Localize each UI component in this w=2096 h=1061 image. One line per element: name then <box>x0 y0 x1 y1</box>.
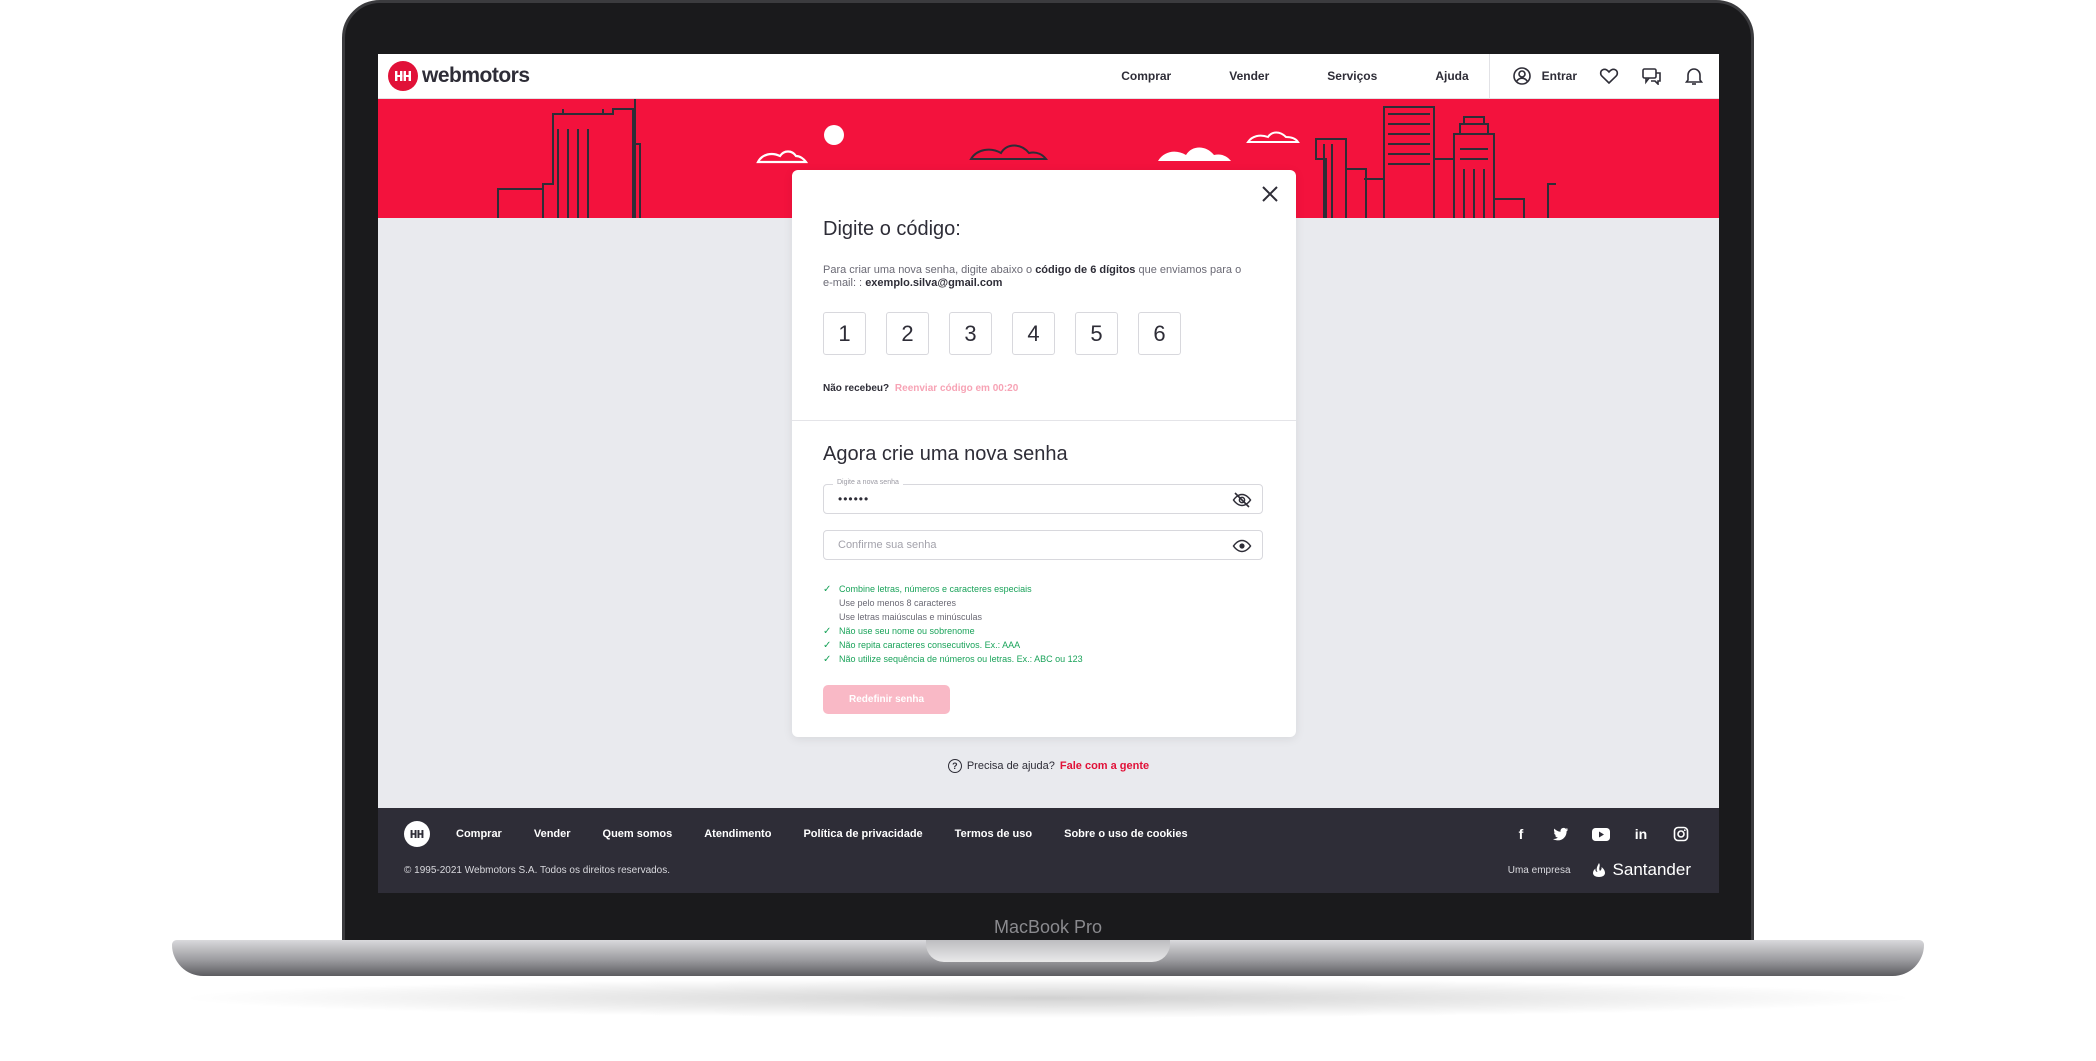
screen: webmotors Comprar Vender Serviços Ajuda … <box>378 54 1719 893</box>
new-password-label: Digite a nova senha <box>833 479 903 486</box>
check-icon: ✓ <box>823 583 832 595</box>
main-nav: Comprar Vender Serviços Ajuda <box>1121 69 1468 83</box>
site-header: webmotors Comprar Vender Serviços Ajuda … <box>378 54 1719 99</box>
code-digit-4[interactable]: 4 <box>1012 312 1055 355</box>
rule-text: Não use seu nome ou sobrenome <box>839 626 975 636</box>
site-footer: Comprar Vender Quem somos Atendimento Po… <box>378 808 1719 893</box>
new-password-value: •••••• <box>838 492 870 506</box>
rule-item: ✓ Não use seu nome ou sobrenome <box>823 624 1263 638</box>
code-desc-text: Para criar uma nova senha, digite abaixo… <box>823 264 1036 276</box>
footer-link-termos[interactable]: Termos de uso <box>955 828 1032 840</box>
confirm-password-placeholder: Confirme sua senha <box>838 539 937 551</box>
eye-icon[interactable] <box>1232 537 1252 555</box>
heart-icon[interactable] <box>1599 67 1619 85</box>
check-icon: ✓ <box>823 639 832 651</box>
footer-links: Comprar Vender Quem somos Atendimento Po… <box>456 828 1188 840</box>
login-label: Entrar <box>1541 69 1577 83</box>
new-password-field[interactable]: Digite a nova senha •••••• <box>823 479 1263 514</box>
bell-icon[interactable] <box>1685 66 1703 86</box>
company-label: Uma empresa <box>1507 864 1571 876</box>
copyright-text: © 1995-2021 Webmotors S.A. Todos os dire… <box>404 864 671 876</box>
user-icon <box>1512 66 1532 86</box>
flame-icon <box>1592 863 1605 877</box>
code-description: Para criar uma nova senha, digite abaixo… <box>823 264 1243 290</box>
nav-vender[interactable]: Vender <box>1229 69 1269 83</box>
check-icon: ✓ <box>823 653 832 665</box>
rule-text: Não repita caracteres consecutivos. Ex.:… <box>839 640 1021 650</box>
question-icon: ? <box>947 759 962 773</box>
rule-item: Use letras maiúsculas e minúsculas <box>823 610 1263 624</box>
twitter-icon[interactable] <box>1551 825 1571 843</box>
footer-link-quem-somos[interactable]: Quem somos <box>603 828 673 840</box>
eye-off-icon[interactable] <box>1232 491 1252 509</box>
code-digit-6[interactable]: 6 <box>1138 312 1181 355</box>
header-actions: Entrar <box>1488 54 1719 98</box>
rule-item: ✓ Não repita caracteres consecutivos. Ex.… <box>823 638 1263 652</box>
code-title: Digite o código: <box>823 218 961 240</box>
brand-name: webmotors <box>422 64 530 87</box>
contact-link[interactable]: Fale com a gente <box>1060 760 1149 772</box>
social-links: f in <box>1511 825 1691 843</box>
new-password-title: Agora crie uma nova senha <box>823 443 1068 465</box>
close-icon[interactable] <box>1260 184 1280 204</box>
footer-link-vender[interactable]: Vender <box>534 828 571 840</box>
rule-text: Use letras maiúsculas e minúsculas <box>839 612 983 622</box>
rule-text: Use pelo menos 8 caracteres <box>839 598 957 608</box>
email-address: exemplo.silva@gmail.com <box>865 277 1003 289</box>
code-desc-bold: código de 6 dígitos <box>1035 264 1136 276</box>
footer-brand-icon[interactable] <box>404 821 430 847</box>
code-inputs: 1 2 3 4 5 6 <box>823 312 1181 355</box>
footer-link-privacidade[interactable]: Política de privacidade <box>803 828 922 840</box>
chat-icon[interactable] <box>1641 67 1663 85</box>
code-digit-5[interactable]: 5 <box>1075 312 1118 355</box>
brand-mark-icon <box>395 71 411 81</box>
reset-password-modal: Digite o código: Para criar uma nova sen… <box>792 170 1296 737</box>
code-digit-3[interactable]: 3 <box>949 312 992 355</box>
linkedin-icon[interactable]: in <box>1631 825 1651 843</box>
nav-comprar[interactable]: Comprar <box>1121 69 1171 83</box>
device-label: MacBook Pro <box>993 917 1103 937</box>
check-icon: ✓ <box>823 625 832 637</box>
rule-text: Combine letras, números e caracteres esp… <box>839 584 1032 594</box>
footer-link-atendimento[interactable]: Atendimento <box>704 828 771 840</box>
resend-prefix: Não recebeu? <box>823 383 890 394</box>
rule-item: ✓ Não utilize sequência de números ou let… <box>823 652 1263 666</box>
company-name: Santander <box>1612 860 1691 879</box>
rule-item: Use pelo menos 8 caracteres <box>823 596 1263 610</box>
footer-link-comprar[interactable]: Comprar <box>456 828 502 840</box>
section-divider <box>792 420 1296 421</box>
footer-bottom: © 1995-2021 Webmotors S.A. Todos os dire… <box>404 860 1691 880</box>
password-rules: ✓ Combine letras, números e caracteres es… <box>823 582 1263 666</box>
confirm-password-field[interactable]: Confirme sua senha <box>823 530 1263 560</box>
rule-text: Não utilize sequência de números ou letr… <box>839 654 1083 664</box>
santander-logo: Santander <box>1589 860 1691 880</box>
reset-password-button[interactable]: Redefinir senha <box>823 685 950 714</box>
brand-mark <box>388 61 418 91</box>
instagram-icon[interactable] <box>1671 825 1691 843</box>
parent-company: Uma empresa Santander <box>1508 860 1691 880</box>
login-button[interactable]: Entrar <box>1512 66 1577 86</box>
laptop-notch <box>926 940 1170 962</box>
code-digit-1[interactable]: 1 <box>823 312 866 355</box>
mockup-stage: MacBook Pro webmotors Comprar Vender Ser… <box>0 0 2096 1061</box>
facebook-icon[interactable]: f <box>1511 825 1531 843</box>
help-row: ? Precisa de ajuda? Fale com a gente <box>378 759 1719 773</box>
brand-logo[interactable]: webmotors <box>388 61 530 91</box>
nav-ajuda[interactable]: Ajuda <box>1435 69 1468 83</box>
footer-link-cookies[interactable]: Sobre o uso de cookies <box>1064 828 1187 840</box>
resend-row: Não recebeu? Reenviar código em 00:20 <box>823 383 1018 394</box>
youtube-icon[interactable] <box>1591 825 1611 843</box>
rule-item: ✓ Combine letras, números e caracteres es… <box>823 582 1263 596</box>
resend-code-link[interactable]: Reenviar código em 00:20 <box>895 383 1018 394</box>
laptop-shadow <box>172 978 1924 1018</box>
code-digit-2[interactable]: 2 <box>886 312 929 355</box>
footer-top: Comprar Vender Quem somos Atendimento Po… <box>404 821 1691 847</box>
help-prefix: Precisa de ajuda? <box>966 760 1055 772</box>
nav-servicos[interactable]: Serviços <box>1327 69 1377 83</box>
